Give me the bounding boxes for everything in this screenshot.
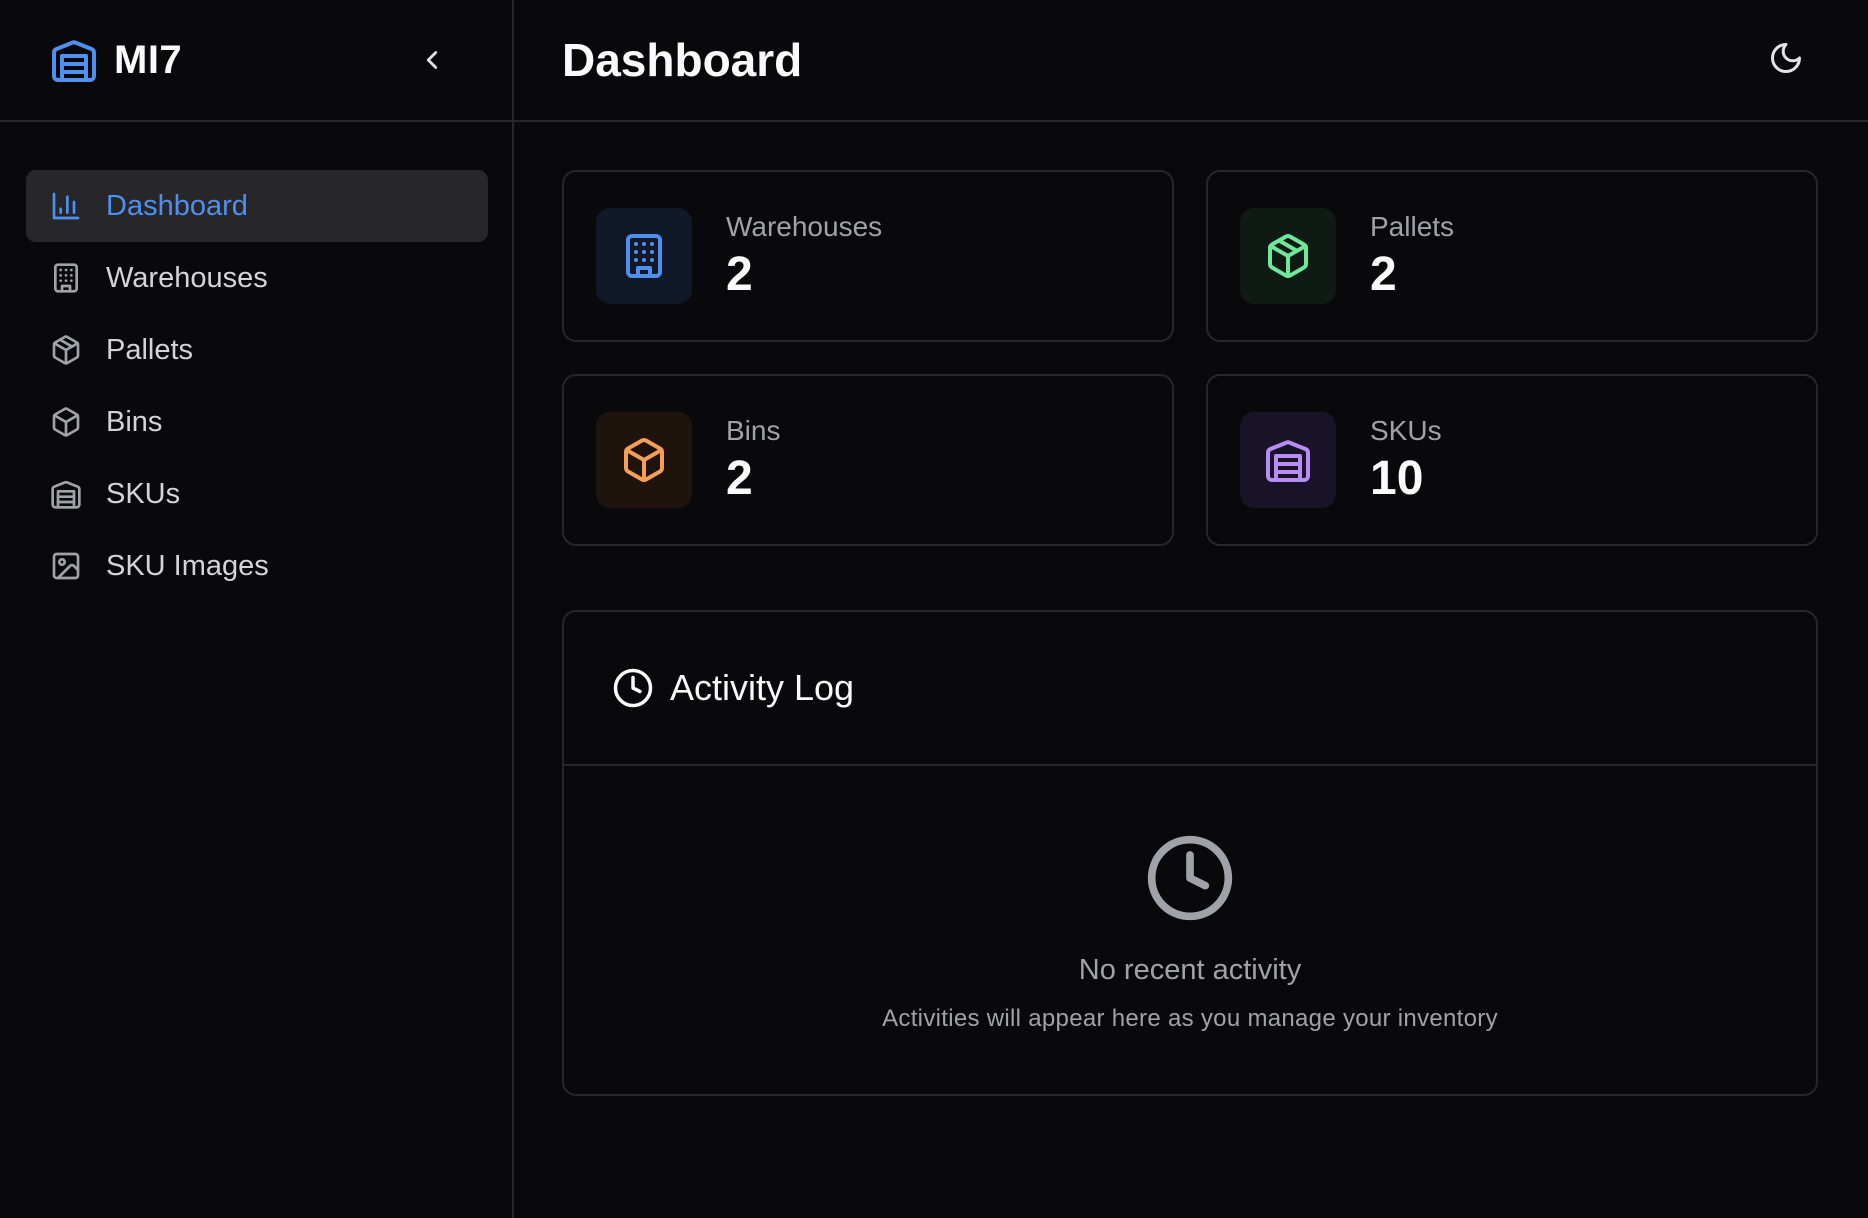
stat-value: 2 (726, 451, 753, 505)
activity-log-card: Activity Log No recent activity Activiti… (562, 610, 1818, 1096)
sidebar-item-label: Warehouses (106, 261, 268, 294)
stat-value: 2 (726, 247, 753, 301)
bar-chart-icon (50, 190, 82, 222)
warehouse-icon (1266, 440, 1310, 482)
stat-card-warehouses: Warehouses 2 (562, 170, 1174, 342)
moon-icon (1771, 43, 1801, 73)
stat-label: Pallets (1370, 210, 1455, 242)
sidebar-item-warehouses[interactable]: Warehouses (26, 242, 488, 314)
sidebar-item-label: Pallets (106, 333, 194, 366)
sidebar-item-label: SKUs (106, 477, 181, 510)
top-bar: Dashboard (514, 0, 1868, 122)
image-icon (50, 550, 82, 582)
clock-icon (612, 667, 654, 709)
app-root: MI7 Dashboard Warehouses Pallets Bins SK… (0, 0, 1868, 1218)
main-area: Dashboard Warehouses 2 Pallets 2 Bins 2 … (514, 0, 1868, 1218)
stat-text: Pallets 2 (1370, 211, 1454, 302)
activity-log-title: Activity Log (670, 667, 855, 708)
sidebar-header: MI7 (0, 0, 512, 122)
theme-toggle-button[interactable] (1768, 40, 1808, 80)
page-title: Dashboard (562, 34, 803, 86)
building-icon (626, 234, 662, 278)
building-icon (50, 262, 82, 294)
package-icon (1268, 234, 1308, 278)
dashboard-content: Warehouses 2 Pallets 2 Bins 2 SKUs 10 Ac… (514, 122, 1868, 1096)
stat-label: Bins (726, 414, 781, 446)
stat-card-skus: SKUs 10 (1206, 374, 1818, 546)
stat-icon-container (1240, 208, 1336, 304)
stat-card-bins: Bins 2 (562, 374, 1174, 546)
empty-state-subtitle: Activities will appear here as you manag… (882, 1005, 1498, 1032)
empty-state-title: No recent activity (1078, 954, 1302, 986)
warehouse-icon (50, 36, 98, 84)
brand-name: MI7 (114, 37, 183, 82)
stat-label: Warehouses (726, 210, 883, 242)
sidebar-item-label: SKU Images (106, 549, 269, 582)
sidebar: MI7 Dashboard Warehouses Pallets Bins SK… (0, 0, 514, 1218)
stat-value: 2 (1370, 247, 1397, 301)
sidebar-item-sku-images[interactable]: SKU Images (26, 530, 488, 602)
box-icon (624, 438, 664, 482)
sidebar-item-pallets[interactable]: Pallets (26, 314, 488, 386)
box-icon (50, 406, 82, 438)
stat-value: 10 (1370, 451, 1424, 505)
stat-label: SKUs (1370, 414, 1442, 446)
stats-grid: Warehouses 2 Pallets 2 Bins 2 SKUs 10 (562, 170, 1820, 546)
sidebar-nav: Dashboard Warehouses Pallets Bins SKUs S… (0, 122, 512, 602)
stat-card-pallets: Pallets 2 (1206, 170, 1818, 342)
sidebar-item-dashboard[interactable]: Dashboard (26, 170, 488, 242)
chevron-left-icon (426, 51, 438, 69)
activity-log-header: Activity Log (564, 612, 1816, 766)
warehouse-icon (50, 478, 82, 510)
clock-icon (1144, 832, 1236, 924)
sidebar-item-label: Dashboard (106, 189, 248, 222)
sidebar-item-bins[interactable]: Bins (26, 386, 488, 458)
stat-icon-container (596, 208, 692, 304)
stat-text: SKUs 10 (1370, 415, 1442, 506)
collapse-sidebar-button[interactable] (412, 40, 452, 80)
activity-empty-state: No recent activity Activities will appea… (564, 766, 1816, 1033)
stat-text: Bins 2 (726, 415, 780, 506)
package-icon (50, 334, 82, 366)
sidebar-item-label: Bins (106, 405, 163, 438)
stat-icon-container (1240, 412, 1336, 508)
stat-icon-container (596, 412, 692, 508)
sidebar-item-skus[interactable]: SKUs (26, 458, 488, 530)
stat-text: Warehouses 2 (726, 211, 882, 302)
